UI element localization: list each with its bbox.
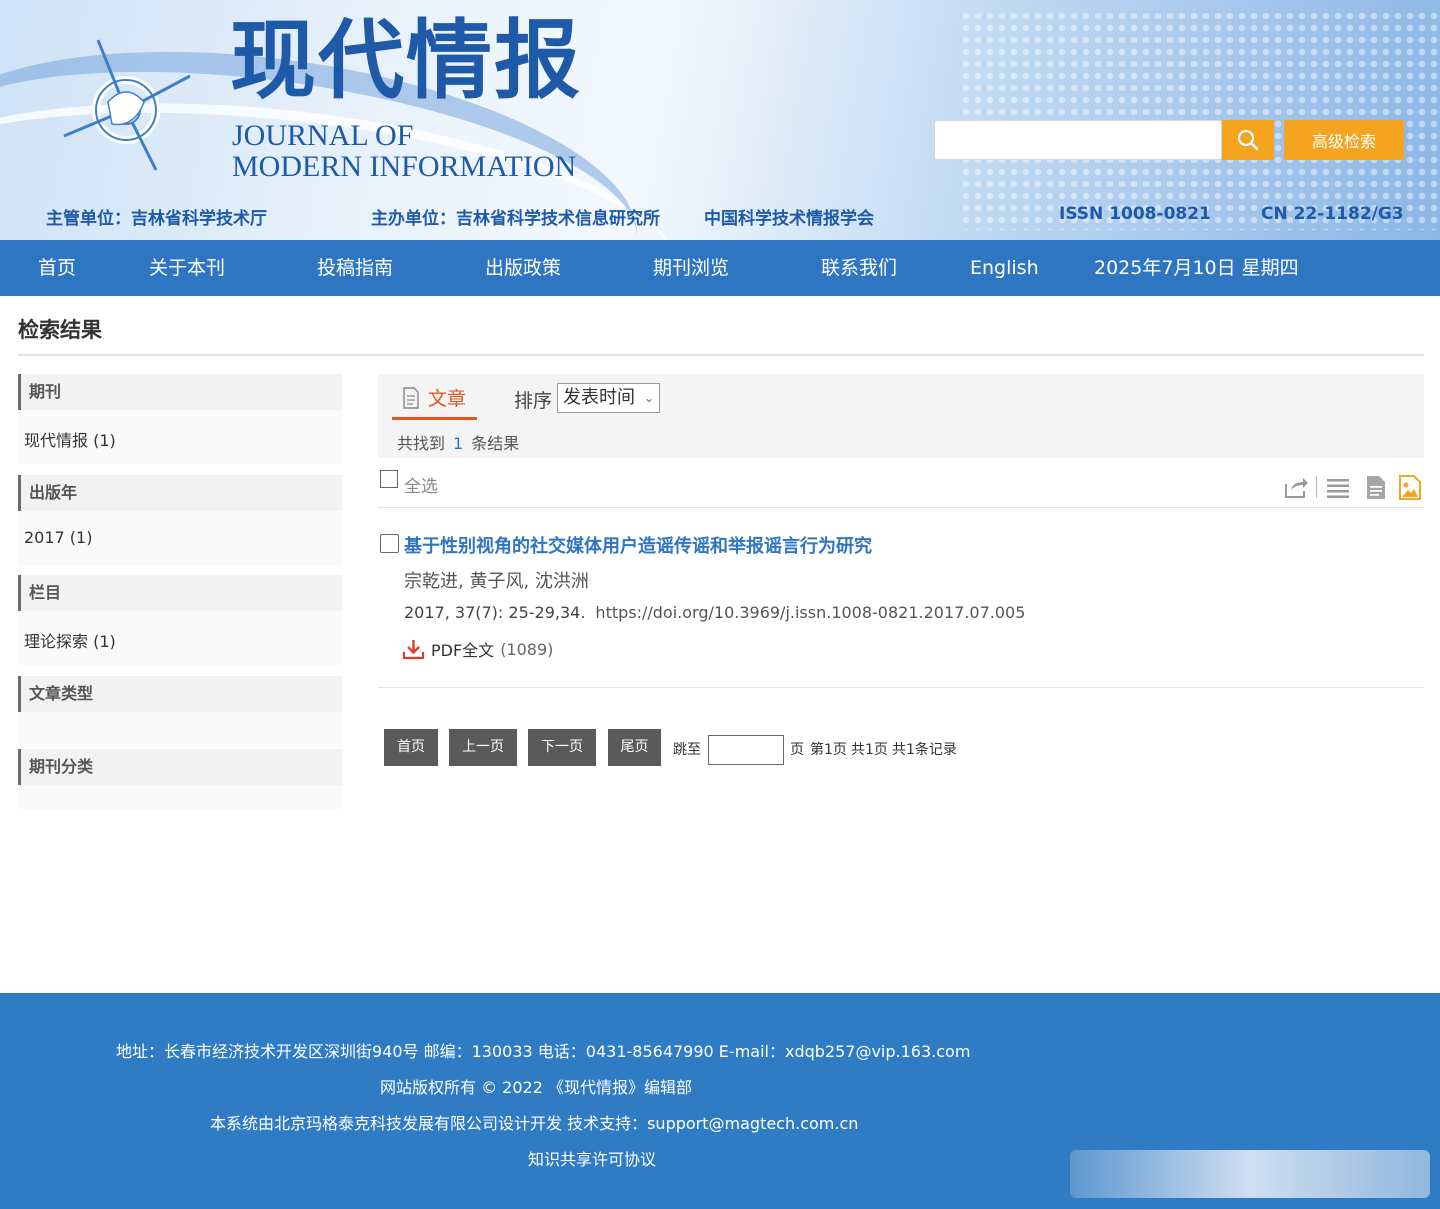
footer-license-link[interactable]: 知识共享许可协议 bbox=[528, 1146, 656, 1170]
jump-label: 跳至 bbox=[673, 742, 701, 758]
facet-head-journal[interactable]: 期刊 bbox=[18, 374, 342, 410]
results-divider bbox=[378, 507, 1424, 508]
facet-head-column[interactable]: 栏目 bbox=[18, 575, 342, 611]
result-count-prefix: 共找到 bbox=[397, 434, 446, 453]
total-pages-text: 共1页 bbox=[851, 742, 888, 758]
nav-contact[interactable]: 联系我们 bbox=[821, 240, 897, 296]
advanced-search-button[interactable]: 高级检索 bbox=[1284, 120, 1404, 160]
facet-item-column[interactable]: 理论探索 (1) bbox=[24, 628, 116, 652]
result-title-link[interactable]: 基于性别视角的社交媒体用户造谣传谣和举报谣言行为研究 bbox=[404, 532, 872, 558]
current-page-text: 第1页 bbox=[810, 742, 847, 758]
journal-title-en: JOURNAL OF MODERN INFORMATION bbox=[232, 120, 576, 182]
sponsor-text: 主办单位：吉林省科学技术信息研究所 bbox=[371, 209, 660, 229]
download-icon bbox=[402, 640, 425, 660]
result-count: 共找到 1 条结果 bbox=[397, 430, 519, 454]
tab-articles[interactable]: 文章 bbox=[392, 378, 477, 420]
result-doi-link[interactable]: https://doi.org/10.3969/j.issn.1008-0821… bbox=[585, 603, 1025, 622]
journal-logo-icon bbox=[63, 39, 191, 171]
issn-text: ISSN 1008-0821 bbox=[1059, 204, 1211, 224]
facet-body bbox=[18, 785, 342, 809]
image-view-icon[interactable] bbox=[1397, 474, 1423, 500]
main-nav: 首页 关于本刊 投稿指南 出版政策 期刊浏览 联系我们 English 2025… bbox=[0, 240, 1440, 296]
export-icon[interactable] bbox=[1283, 474, 1309, 500]
search-button[interactable] bbox=[1222, 120, 1274, 160]
watermark-overlay bbox=[1070, 1150, 1430, 1198]
sort-label: 排序 bbox=[514, 390, 553, 412]
facet-head-article-type[interactable]: 文章类型 bbox=[18, 676, 342, 712]
result-count-suffix: 条结果 bbox=[471, 434, 520, 453]
nav-english[interactable]: English bbox=[970, 240, 1039, 296]
journal-title-cn: 现代情报 bbox=[230, 10, 582, 111]
result-checkbox[interactable] bbox=[380, 534, 399, 553]
chevron-down-icon: ⌄ bbox=[643, 391, 654, 405]
pdf-download-count: (1089) bbox=[500, 639, 554, 659]
footer-address: 地址：长春市经济技术开发区深圳街940号 邮编：130033 电话：0431-8… bbox=[116, 1042, 971, 1061]
nav-home[interactable]: 首页 bbox=[38, 240, 76, 296]
last-page-button[interactable]: 尾页 bbox=[608, 729, 661, 766]
result-count-number: 1 bbox=[453, 434, 464, 453]
site-header: 现代情报 JOURNAL OF MODERN INFORMATION 高级检索 … bbox=[0, 0, 1440, 240]
results-divider bbox=[378, 687, 1424, 688]
prev-page-button[interactable]: 上一页 bbox=[449, 729, 517, 766]
tab-articles-label: 文章 bbox=[428, 388, 467, 410]
sort-select-value: 发表时间 bbox=[563, 387, 635, 408]
document-icon bbox=[403, 386, 419, 409]
footer-copyright: 网站版权所有 © 2022 《现代情报》编辑部 bbox=[380, 1078, 692, 1097]
title-divider bbox=[18, 354, 1424, 356]
journal-title-en-line2: MODERN INFORMATION bbox=[232, 150, 577, 183]
list-view-icon[interactable] bbox=[1325, 474, 1351, 500]
next-page-button[interactable]: 下一页 bbox=[528, 729, 596, 766]
page-title: 检索结果 bbox=[18, 318, 102, 342]
pdf-download-link[interactable]: PDF全文 (1089) bbox=[402, 637, 553, 661]
journal-title-en-line1: JOURNAL OF bbox=[232, 119, 414, 152]
first-page-button[interactable]: 首页 bbox=[384, 729, 438, 766]
pdf-download-label: PDF全文 bbox=[431, 641, 495, 660]
supervisor-text: 主管单位：吉林省科学技术厅 bbox=[46, 209, 267, 229]
search-icon bbox=[1237, 129, 1259, 151]
nav-about[interactable]: 关于本刊 bbox=[149, 240, 225, 296]
result-citation-text: 2017, 37(7): 25-29,34. bbox=[404, 603, 586, 622]
nav-submission-guide[interactable]: 投稿指南 bbox=[317, 240, 393, 296]
nav-journal-browse[interactable]: 期刊浏览 bbox=[653, 240, 729, 296]
total-records-text: 共1条记录 bbox=[892, 742, 957, 758]
facet-item-journal[interactable]: 现代情报 (1) bbox=[24, 427, 116, 451]
result-citation: 2017, 37(7): 25-29,34. https://doi.org/10… bbox=[404, 603, 1025, 622]
nav-publication-policy[interactable]: 出版政策 bbox=[485, 240, 561, 296]
abstract-view-icon[interactable] bbox=[1363, 474, 1389, 500]
search-input[interactable] bbox=[934, 120, 1222, 160]
select-all-label[interactable]: 全选 bbox=[404, 472, 438, 497]
page-unit-label: 页 bbox=[790, 742, 804, 758]
nav-date: 2025年7月10日 星期四 bbox=[1094, 257, 1299, 279]
facet-head-year[interactable]: 出版年 bbox=[18, 475, 342, 511]
cn-text: CN 22-1182/G3 bbox=[1261, 204, 1404, 224]
facet-head-classification[interactable]: 期刊分类 bbox=[18, 749, 342, 785]
footer-developer: 本系统由北京玛格泰克科技发展有限公司设计开发 技术支持：support@magt… bbox=[210, 1114, 859, 1133]
page-jump-input[interactable] bbox=[708, 735, 784, 765]
toolbar-separator bbox=[1316, 476, 1317, 498]
co-sponsor-text: 中国科学技术情报学会 bbox=[704, 209, 874, 229]
select-all-checkbox[interactable] bbox=[380, 470, 398, 488]
result-authors: 宗乾进, 黄子风, 沈洪洲 bbox=[404, 571, 589, 592]
sort-select[interactable]: 发表时间 ⌄ bbox=[557, 383, 660, 413]
facet-body bbox=[18, 712, 342, 748]
facet-item-year[interactable]: 2017 (1) bbox=[24, 528, 92, 547]
